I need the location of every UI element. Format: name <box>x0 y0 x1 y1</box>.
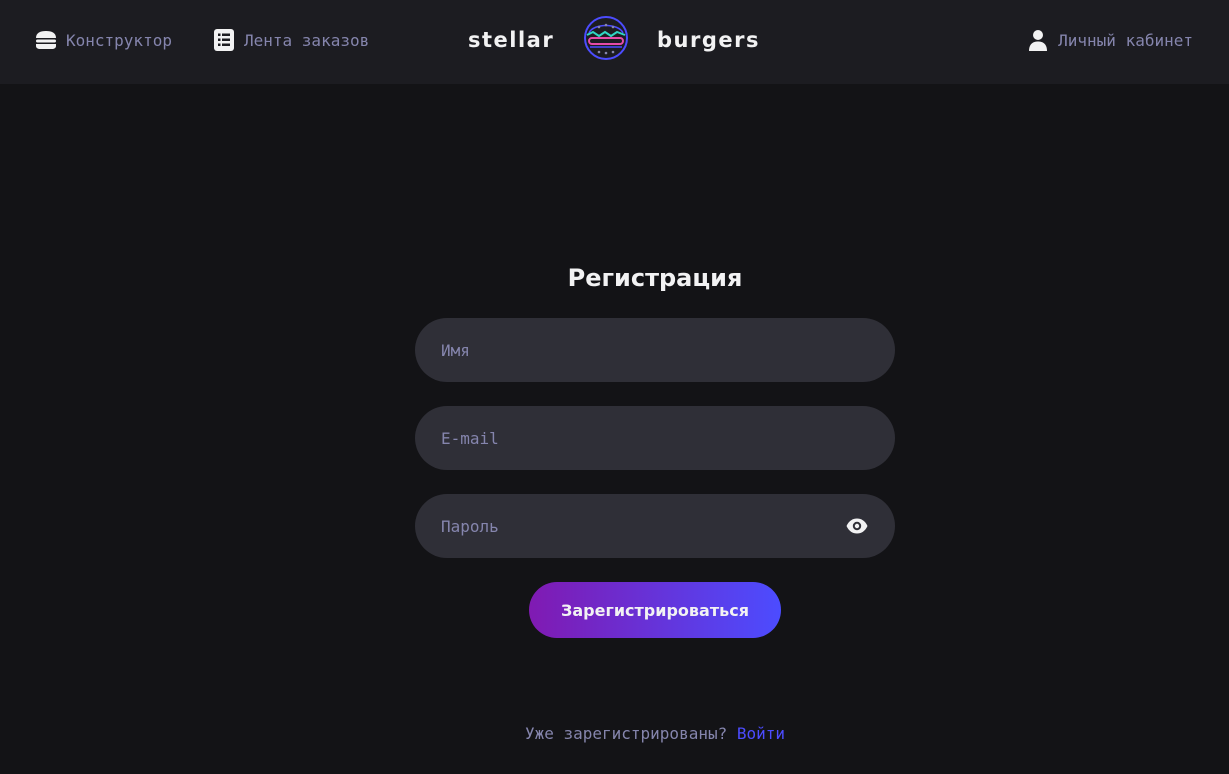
nav-feed-label: Лента заказов <box>244 30 370 50</box>
profile-icon <box>1026 28 1050 52</box>
password-field[interactable] <box>415 494 895 558</box>
name-input[interactable] <box>441 340 869 360</box>
register-button[interactable]: Зарегистрироваться <box>529 582 781 638</box>
nav-account-label: Личный кабинет <box>1058 30 1193 50</box>
logo-right-word: burgers <box>657 28 760 52</box>
nav-order-feed[interactable]: Лента заказов <box>212 27 369 53</box>
stellar-burgers-logo[interactable]: stellar burgers <box>468 15 760 65</box>
login-prompt: Уже зарегистрированы? Войти <box>415 724 895 743</box>
email-field[interactable] <box>415 406 895 470</box>
login-link[interactable]: Войти <box>737 724 785 743</box>
nav-account[interactable]: Личный кабинет <box>1026 27 1193 53</box>
app-header: Конструктор Лента заказов stellar burger… <box>0 0 1229 84</box>
name-field[interactable] <box>415 318 895 382</box>
password-input[interactable] <box>441 516 869 536</box>
burger-planet-icon <box>583 15 629 65</box>
login-prompt-text: Уже зарегистрированы? <box>524 724 728 743</box>
burger-icon <box>34 28 58 52</box>
nav-constructor-label: Конструктор <box>66 30 172 50</box>
logo-left-word: stellar <box>468 28 555 52</box>
email-input[interactable] <box>441 428 869 448</box>
nav-constructor[interactable]: Конструктор <box>34 27 172 53</box>
list-icon <box>212 28 236 52</box>
eye-icon[interactable] <box>845 514 869 538</box>
page-title: Регистрация <box>567 264 743 292</box>
registration-form: Регистрация Зарегистрироваться Уже зарег… <box>415 260 895 743</box>
